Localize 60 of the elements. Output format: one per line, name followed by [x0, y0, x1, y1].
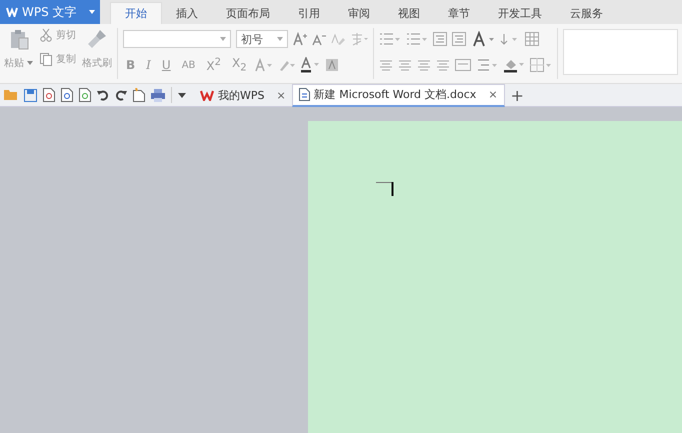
close-tab-button[interactable]: ×	[276, 88, 286, 102]
line-spacing-icon[interactable]	[476, 58, 498, 72]
align-icon[interactable]	[398, 58, 412, 72]
text-effect-icon[interactable]	[254, 58, 273, 72]
indent-icon[interactable]	[452, 32, 466, 46]
folder-icon[interactable]	[4, 89, 18, 101]
ribbon-tab[interactable]: 开发工具	[484, 2, 556, 24]
close-tab-button[interactable]: ×	[488, 88, 498, 101]
font-name-field[interactable]	[123, 30, 231, 48]
redo-icon[interactable]	[115, 89, 127, 101]
list-icon[interactable]	[379, 32, 401, 46]
app-menu-button[interactable]: WPS 文字	[0, 0, 84, 24]
ribbon-tab[interactable]: 章节	[434, 2, 484, 24]
document-tab[interactable]: 新建 Microsoft Word 文档.docx ×	[292, 84, 505, 106]
align-icon[interactable]	[379, 58, 393, 72]
ribbon-tab[interactable]: 审阅	[334, 2, 384, 24]
document-tab[interactable]: 我的WPS ×	[194, 85, 292, 105]
document-icon	[298, 88, 310, 101]
document-icon[interactable]	[43, 88, 55, 102]
distribute-icon[interactable]	[455, 58, 471, 72]
w-logo-icon	[6, 7, 18, 17]
shading-icon[interactable]	[326, 59, 338, 71]
ribbon-tab[interactable]: 插入	[162, 2, 212, 24]
highlighter-icon[interactable]	[278, 58, 296, 72]
new-tab-button[interactable]: +	[504, 86, 530, 104]
ribbon-tab[interactable]: 引用	[284, 2, 334, 24]
wps-logo-icon	[200, 90, 214, 100]
caret-icon	[277, 37, 283, 41]
undo-icon[interactable]	[97, 89, 109, 101]
document-icon[interactable]	[61, 88, 73, 102]
caret-icon	[27, 61, 33, 65]
font-color-icon[interactable]	[300, 57, 321, 73]
font-size-icon[interactable]	[471, 31, 495, 47]
style-gallery[interactable]	[563, 29, 678, 75]
align-icon[interactable]	[436, 58, 450, 72]
paintbrush-icon	[86, 28, 108, 50]
border-icon[interactable]	[530, 58, 552, 72]
new-document-icon[interactable]	[133, 88, 145, 102]
scissors-icon	[39, 28, 53, 42]
clear-format-icon[interactable]	[331, 32, 345, 46]
printer-icon[interactable]	[151, 88, 165, 102]
font-size-field[interactable]: 初号	[236, 30, 288, 48]
save-icon[interactable]	[24, 88, 37, 102]
ribbon-tab[interactable]: 云服务	[556, 2, 617, 24]
indent-icon[interactable]	[433, 32, 447, 46]
fill-color-icon[interactable]	[503, 57, 525, 73]
caret-icon	[220, 37, 226, 41]
ribbon-tab[interactable]: 页面布局	[212, 2, 284, 24]
copy-icon	[39, 52, 53, 66]
shrink-font-icon[interactable]	[312, 32, 326, 46]
ribbon-tab[interactable]: 视图	[384, 2, 434, 24]
document-icon[interactable]	[79, 88, 91, 102]
ribbon-tab[interactable]: 开始	[110, 2, 162, 24]
align-icon[interactable]	[417, 58, 431, 72]
grow-font-icon[interactable]	[293, 32, 307, 46]
table-icon[interactable]	[525, 32, 539, 46]
caret-icon[interactable]	[84, 0, 100, 24]
caret-icon[interactable]	[178, 92, 186, 98]
list-icon[interactable]	[406, 32, 428, 46]
text-cursor-icon	[376, 181, 394, 196]
